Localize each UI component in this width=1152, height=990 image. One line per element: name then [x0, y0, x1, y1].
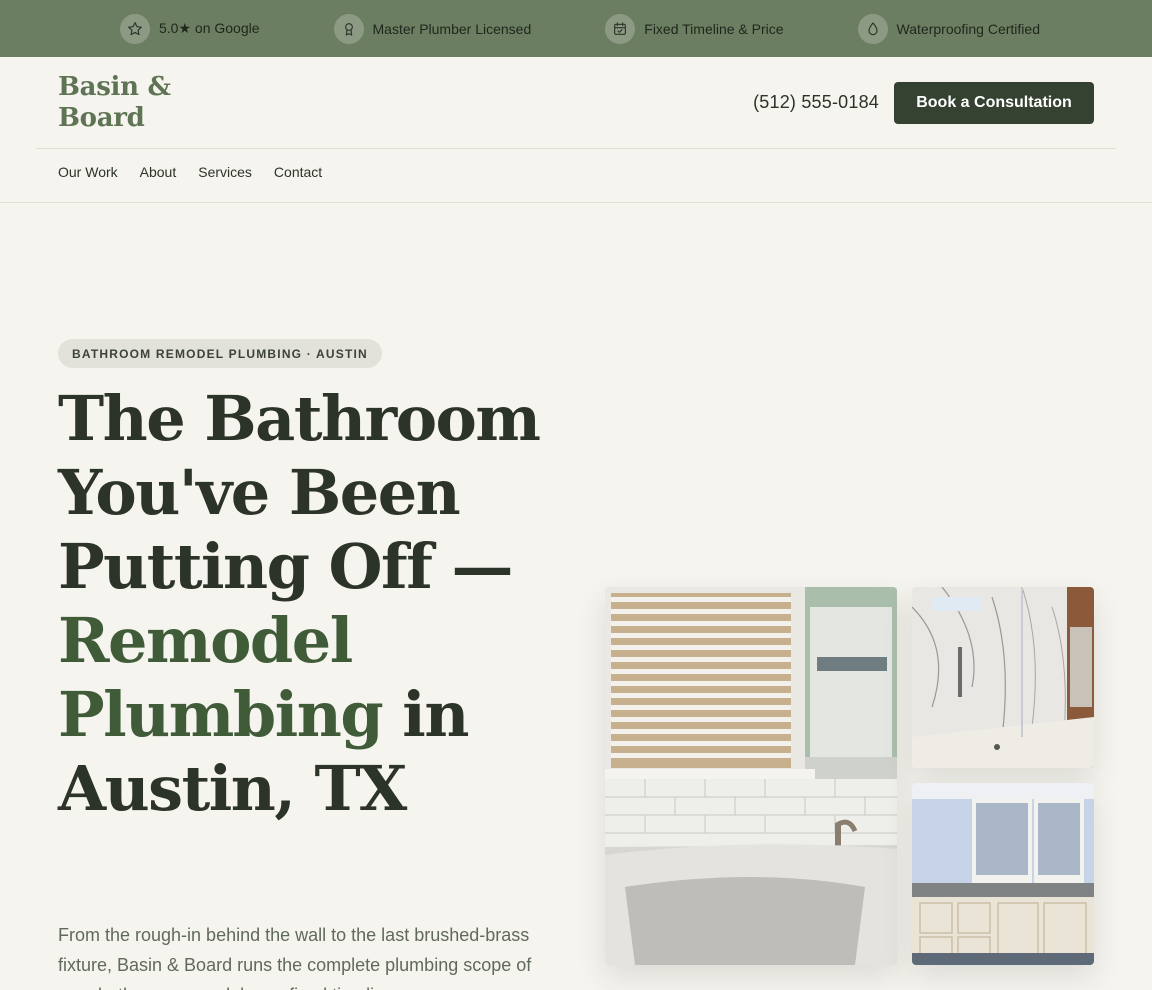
logo-line-2: Board — [58, 103, 145, 133]
book-consultation-button[interactable]: Book a Consultation — [894, 82, 1094, 124]
trust-item-google-rating: 5.0★ on Google — [120, 13, 260, 44]
main-nav: Our Work About Services Contact — [58, 164, 322, 180]
nav-item-our-work[interactable]: Our Work — [58, 164, 118, 180]
trust-label: Waterproofing Certified — [896, 20, 1040, 37]
nav-item-services[interactable]: Services — [198, 164, 252, 180]
logo[interactable]: Basin & Board — [58, 72, 198, 134]
hero-eyebrow-badge: BATHROOM REMODEL PLUMBING · AUSTIN — [58, 339, 382, 368]
nav-divider — [0, 202, 1152, 203]
headline-part-1: The Bathroom You've Been Putting Off — — [58, 382, 541, 603]
site-header: Basin & Board (512) 555-0184 Book a Cons… — [0, 57, 1152, 149]
trust-label: Fixed Timeline & Price — [644, 20, 784, 37]
trust-label: Master Plumber Licensed — [372, 20, 532, 37]
bathtub-photo — [605, 587, 897, 965]
logo-line-1: Basin & — [58, 72, 171, 102]
hero-lede: From the rough-in behind the wall to the… — [58, 925, 532, 990]
header-divider — [36, 148, 1116, 149]
trust-bar: 5.0★ on Google Master Plumber Licensed F… — [0, 0, 1152, 57]
trust-item-license: Master Plumber Licensed — [333, 13, 532, 44]
nav-item-about[interactable]: About — [140, 164, 177, 180]
calendar-check-icon — [605, 13, 636, 44]
star-icon — [120, 13, 150, 44]
trust-item-fixed-price: Fixed Timeline & Price — [605, 13, 784, 44]
vanity-photo — [912, 783, 1094, 965]
trust-item-waterproofing: Waterproofing Certified — [857, 13, 1040, 44]
shower-photo — [912, 587, 1094, 768]
droplet-icon — [857, 13, 888, 44]
hero-headline: The Bathroom You've Been Putting Off — R… — [58, 382, 558, 826]
nav-item-contact[interactable]: Contact — [274, 164, 322, 180]
headline-accent: Remodel Plumbing — [58, 604, 384, 751]
phone-link[interactable]: (512) 555-0184 — [753, 92, 879, 113]
trust-label: 5.0★ on Google — [159, 20, 260, 36]
award-icon — [333, 13, 364, 44]
